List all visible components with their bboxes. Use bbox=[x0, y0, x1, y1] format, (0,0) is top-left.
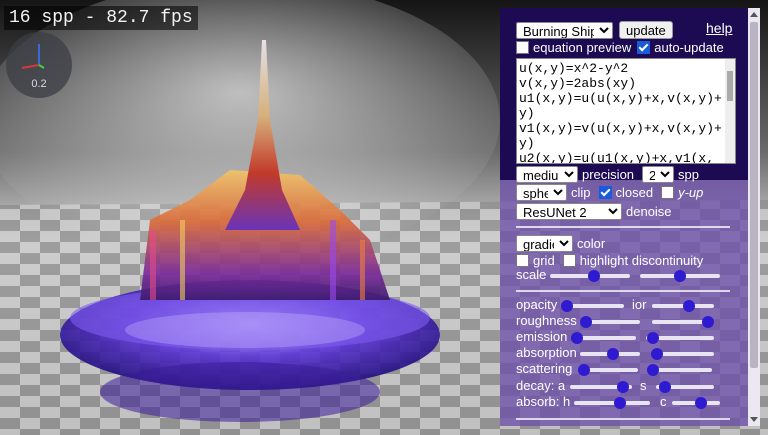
spp-select[interactable]: 2⁴ bbox=[642, 166, 675, 183]
highlight-discontinuity-checkbox[interactable] bbox=[562, 254, 576, 267]
absorption-slider-a[interactable] bbox=[580, 348, 640, 360]
divider bbox=[516, 418, 730, 420]
ior-slider[interactable] bbox=[652, 300, 714, 312]
absorb-slider-c[interactable] bbox=[672, 397, 720, 409]
denoise-label: denoise bbox=[626, 204, 672, 219]
auto-update-label: auto-update bbox=[654, 40, 724, 55]
spp-label: spp bbox=[678, 167, 699, 182]
roughness-label: roughness bbox=[516, 313, 577, 328]
absorb-label: absorb: h bbox=[516, 394, 571, 409]
grid-label: grid bbox=[533, 253, 555, 268]
scroll-down-icon[interactable] bbox=[750, 417, 758, 422]
equation-text: u(x,y)=x^2-y^2 v(x,y)=2abs(xy) u1(x,y)=u… bbox=[519, 61, 722, 164]
scale-label: scale bbox=[516, 267, 547, 282]
emission-slider-a[interactable] bbox=[571, 332, 636, 344]
precision-select[interactable]: medium bbox=[516, 166, 578, 183]
scroll-thumb[interactable] bbox=[750, 22, 758, 368]
editor-scrollbar[interactable] bbox=[725, 59, 735, 163]
ior-label: ior bbox=[632, 297, 647, 312]
yup-checkbox[interactable] bbox=[661, 186, 675, 199]
emission-label: emission bbox=[516, 329, 568, 344]
scattering-slider-a[interactable] bbox=[578, 364, 638, 376]
help-link[interactable]: help bbox=[706, 20, 732, 36]
denoise-select[interactable]: ResUNet 2 bbox=[516, 203, 622, 220]
scattering-label: scattering bbox=[516, 361, 573, 376]
closed-label: closed bbox=[615, 185, 654, 200]
divider bbox=[516, 226, 730, 228]
decay-s-label: s bbox=[640, 378, 647, 393]
panel-scrollbar[interactable] bbox=[748, 8, 760, 426]
control-panel: Burning Ship update help equation previe… bbox=[500, 8, 760, 426]
fractal-select[interactable]: Burning Ship bbox=[516, 21, 613, 39]
gizmo-scale-label: 0.2 bbox=[31, 78, 47, 90]
scattering-slider-b[interactable] bbox=[647, 364, 712, 376]
roughness-slider-b[interactable] bbox=[652, 316, 714, 328]
equation-editor[interactable]: u(x,y)=x^2-y^2 v(x,y)=2abs(xy) u1(x,y)=u… bbox=[516, 58, 736, 164]
equation-preview-label: equation preview bbox=[533, 40, 632, 55]
clip-select[interactable]: sphere bbox=[516, 184, 567, 201]
clip-label: clip bbox=[571, 185, 591, 200]
precision-label: precision bbox=[582, 167, 635, 182]
opacity-label: opacity bbox=[516, 297, 558, 312]
orientation-gizmo[interactable]: 0.2 bbox=[6, 32, 72, 98]
color-select[interactable]: gradient bbox=[516, 235, 573, 252]
equation-preview-checkbox[interactable] bbox=[516, 41, 529, 54]
decay-label: decay: a bbox=[516, 378, 566, 393]
grid-checkbox[interactable] bbox=[516, 254, 529, 267]
auto-update-checkbox[interactable] bbox=[637, 41, 651, 54]
fps-readout: 16 spp - 82.7 fps bbox=[4, 6, 198, 30]
decay-slider-a[interactable] bbox=[570, 381, 632, 393]
absorption-slider-b[interactable] bbox=[651, 348, 714, 360]
decay-slider-s[interactable] bbox=[656, 381, 714, 393]
scale-slider-a[interactable] bbox=[550, 270, 630, 282]
opacity-slider[interactable] bbox=[561, 300, 624, 312]
scale-slider-b[interactable] bbox=[640, 270, 720, 282]
update-button[interactable]: update bbox=[619, 21, 673, 39]
absorb-c-label: c bbox=[660, 394, 667, 409]
color-label: color bbox=[577, 236, 606, 251]
absorb-slider-h[interactable] bbox=[574, 397, 650, 409]
highlight-discontinuity-label: highlight discontinuity bbox=[579, 253, 704, 268]
closed-checkbox[interactable] bbox=[598, 186, 612, 199]
emission-slider-b[interactable] bbox=[646, 332, 714, 344]
yup-label: y-up bbox=[678, 185, 704, 200]
roughness-slider-a[interactable] bbox=[580, 316, 640, 328]
absorption-label: absorption bbox=[516, 345, 577, 360]
divider bbox=[516, 290, 730, 292]
scroll-up-icon[interactable] bbox=[750, 12, 758, 17]
